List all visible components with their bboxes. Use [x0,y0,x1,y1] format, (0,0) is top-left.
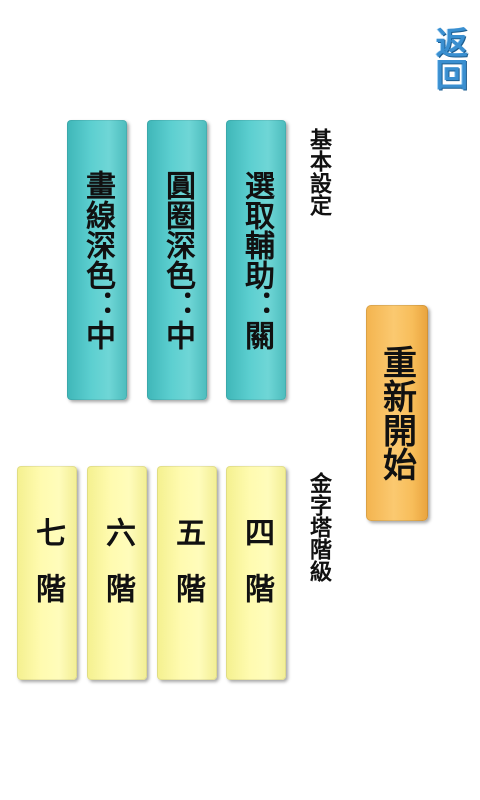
back-label: 返回 [431,26,469,90]
level-7-label: 七階 [30,517,65,629]
settings-screen: 返回 基本設定 選取輔助：關 圓圈深色：中 畫線深色：中 重新開始 金字塔階級 … [0,0,480,800]
line-darkness-button[interactable]: 畫線深色：中 [67,120,127,400]
level-4-label: 四階 [239,517,274,629]
back-button[interactable]: 返回 [430,20,470,96]
line-darkness-label: 畫線深色：中 [80,170,115,350]
level-6-button[interactable]: 六階 [87,466,147,680]
pyramid-levels-title: 金字塔階級 [306,472,331,582]
level-5-label: 五階 [170,517,205,629]
circle-darkness-label: 圓圈深色：中 [160,170,195,350]
selection-assist-button[interactable]: 選取輔助：關 [226,120,286,400]
level-6-label: 六階 [100,517,135,629]
circle-darkness-button[interactable]: 圓圈深色：中 [147,120,207,400]
restart-label: 重新開始 [376,345,417,481]
level-4-button[interactable]: 四階 [226,466,286,680]
restart-button[interactable]: 重新開始 [366,305,428,521]
level-7-button[interactable]: 七階 [17,466,77,680]
basic-settings-title: 基本設定 [306,128,331,216]
selection-assist-label: 選取輔助：關 [239,170,274,350]
level-5-button[interactable]: 五階 [157,466,217,680]
